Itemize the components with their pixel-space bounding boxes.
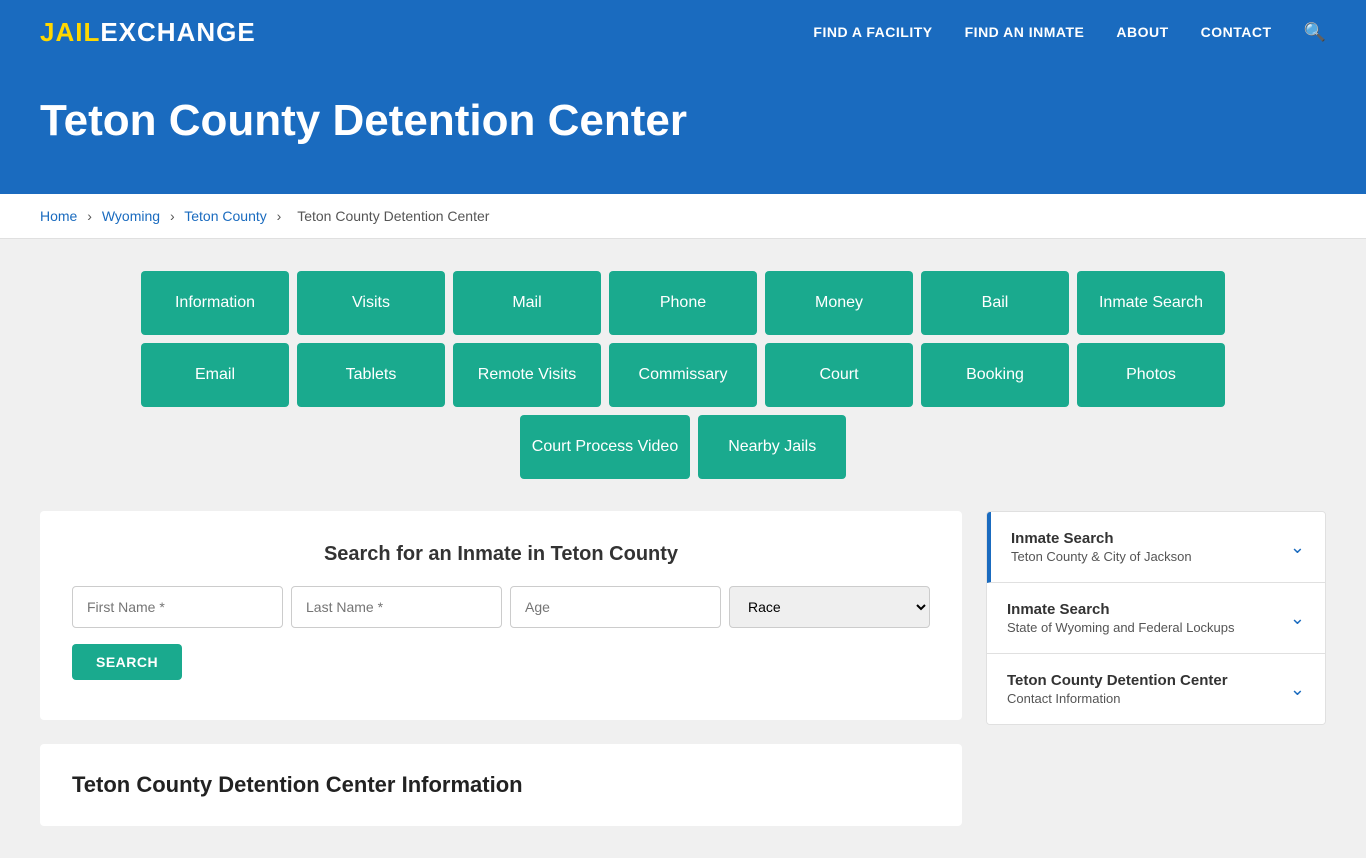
tile-nearby-jails[interactable]: Nearby Jails: [698, 415, 846, 479]
bottom-info-section: Teton County Detention Center Informatio…: [40, 744, 962, 826]
logo-exchange: EXCHANGE: [100, 17, 255, 47]
nav-find-inmate[interactable]: FIND AN INMATE: [965, 24, 1085, 40]
tile-bail[interactable]: Bail: [921, 271, 1069, 335]
tile-booking[interactable]: Booking: [921, 343, 1069, 407]
page-title: Teton County Detention Center: [40, 96, 1326, 146]
breadcrumb-sep-2: ›: [170, 208, 175, 224]
search-form-title: Search for an Inmate in Teton County: [72, 543, 930, 566]
tile-commissary[interactable]: Commissary: [609, 343, 757, 407]
tile-remote-visits[interactable]: Remote Visits: [453, 343, 601, 407]
chevron-down-icon-1: ⌄: [1290, 537, 1305, 558]
first-name-input[interactable]: [72, 586, 283, 628]
search-button[interactable]: SEARCH: [72, 644, 182, 680]
hero-section: Teton County Detention Center: [0, 64, 1366, 194]
sidebar-item-sub-2: State of Wyoming and Federal Lockups: [1007, 620, 1235, 635]
tile-tablets[interactable]: Tablets: [297, 343, 445, 407]
sidebar-item-inmate-search-wyoming[interactable]: Inmate Search State of Wyoming and Feder…: [987, 583, 1325, 654]
last-name-input[interactable]: [291, 586, 502, 628]
nav-about[interactable]: ABOUT: [1116, 24, 1168, 40]
sidebar-item-inmate-search-teton[interactable]: Inmate Search Teton County & City of Jac…: [987, 512, 1325, 583]
main-nav: FIND A FACILITY FIND AN INMATE ABOUT CON…: [813, 22, 1326, 43]
sidebar-item-left-2: Inmate Search State of Wyoming and Feder…: [1007, 601, 1235, 635]
tile-money[interactable]: Money: [765, 271, 913, 335]
chevron-down-icon-2: ⌄: [1290, 608, 1305, 629]
tile-photos[interactable]: Photos: [1077, 343, 1225, 407]
breadcrumb-current: Teton County Detention Center: [297, 208, 489, 224]
sidebar-item-title-1: Inmate Search: [1011, 530, 1192, 547]
tile-inmate-search[interactable]: Inmate Search: [1077, 271, 1225, 335]
main-content: Information Visits Mail Phone Money Bail…: [0, 239, 1366, 858]
tile-mail[interactable]: Mail: [453, 271, 601, 335]
sidebar-item-title-2: Inmate Search: [1007, 601, 1235, 618]
bottom-section-title: Teton County Detention Center Informatio…: [72, 772, 930, 798]
tile-email[interactable]: Email: [141, 343, 289, 407]
tile-information[interactable]: Information: [141, 271, 289, 335]
breadcrumb: Home › Wyoming › Teton County › Teton Co…: [0, 194, 1366, 239]
sidebar-item-sub-1: Teton County & City of Jackson: [1011, 549, 1192, 564]
breadcrumb-sep-1: ›: [87, 208, 92, 224]
tile-row-3: Court Process Video Nearby Jails: [520, 415, 846, 479]
tile-buttons-grid: Information Visits Mail Phone Money Bail…: [40, 271, 1326, 479]
tile-phone[interactable]: Phone: [609, 271, 757, 335]
sidebar: Inmate Search Teton County & City of Jac…: [986, 511, 1326, 725]
tile-court[interactable]: Court: [765, 343, 913, 407]
tile-court-process-video[interactable]: Court Process Video: [520, 415, 690, 479]
sidebar-item-left-1: Inmate Search Teton County & City of Jac…: [1011, 530, 1192, 564]
inmate-search-box: Search for an Inmate in Teton County Rac…: [40, 511, 962, 720]
tile-row-2: Email Tablets Remote Visits Commissary C…: [141, 343, 1225, 407]
logo-jail: JAIL: [40, 17, 100, 47]
sidebar-item-sub-3: Contact Information: [1007, 691, 1228, 706]
breadcrumb-teton-county[interactable]: Teton County: [184, 208, 267, 224]
nav-contact[interactable]: CONTACT: [1201, 24, 1272, 40]
site-logo[interactable]: JAILEXCHANGE: [40, 17, 256, 48]
breadcrumb-home[interactable]: Home: [40, 208, 77, 224]
left-column: Search for an Inmate in Teton County Rac…: [40, 511, 962, 826]
breadcrumb-wyoming[interactable]: Wyoming: [102, 208, 160, 224]
sidebar-item-left-3: Teton County Detention Center Contact In…: [1007, 672, 1228, 706]
breadcrumb-sep-3: ›: [277, 208, 282, 224]
age-input[interactable]: [510, 586, 721, 628]
search-icon[interactable]: 🔍: [1304, 22, 1326, 43]
sidebar-item-title-3: Teton County Detention Center: [1007, 672, 1228, 689]
nav-find-facility[interactable]: FIND A FACILITY: [813, 24, 932, 40]
tile-visits[interactable]: Visits: [297, 271, 445, 335]
tile-row-1: Information Visits Mail Phone Money Bail…: [141, 271, 1225, 335]
sidebar-item-contact-info[interactable]: Teton County Detention Center Contact In…: [987, 654, 1325, 724]
race-select[interactable]: Race White Black Hispanic Asian Other: [729, 586, 930, 628]
chevron-down-icon-3: ⌄: [1290, 679, 1305, 700]
search-form-row: Race White Black Hispanic Asian Other: [72, 586, 930, 628]
two-column-layout: Search for an Inmate in Teton County Rac…: [40, 511, 1326, 826]
site-header: JAILEXCHANGE FIND A FACILITY FIND AN INM…: [0, 0, 1366, 64]
